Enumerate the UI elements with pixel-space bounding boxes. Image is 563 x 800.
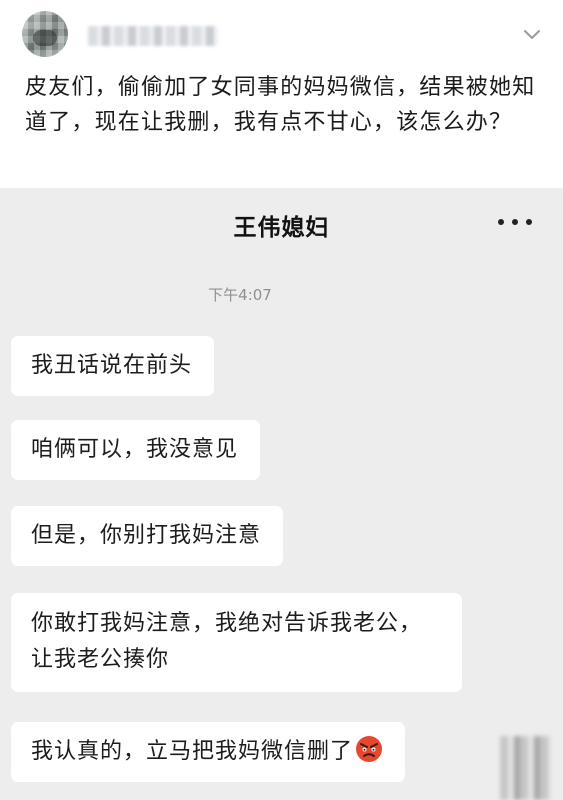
message-bubble[interactable]: 咱俩可以，我没意见 [11,420,261,480]
more-options-icon[interactable] [498,214,532,230]
message-text: 但是，你别打我妈注意 [31,523,262,548]
message-bubble[interactable]: 你敢打我妈注意，我绝对告诉我老公，让我老公揍你 [11,593,462,692]
chat-title: 王伟媳妇 [233,215,330,241]
chat-screenshot: 王伟媳妇 下午4:07 我丑话说在前头 咱俩可以，我没意见 但是，你别打我妈注意… [0,188,563,800]
blurred-image [500,736,552,800]
message-text: 我丑话说在前头 [31,353,193,378]
message-text: 你敢打我妈注意，我绝对告诉我老公，让我老公揍你 [31,611,423,672]
message-timestamp: 下午4:07 [208,286,272,304]
chevron-down-icon[interactable] [520,22,544,46]
message-bubble[interactable]: 我认真的，立马把我妈微信删了 [11,722,406,782]
avatar[interactable] [22,11,68,57]
message-text: 我认真的，立马把我妈微信删了 [31,739,354,764]
message-bubble[interactable]: 但是，你别打我妈注意 [11,506,284,566]
message-text: 咱俩可以，我没意见 [31,437,239,462]
angry-face-icon [356,736,383,762]
post-header: 皮友们，偷偷加了女同事的妈妈微信，结果被她知道了，现在让我删，我有点不甘心，该怎… [0,0,563,188]
username-blurred[interactable] [88,26,218,46]
post-text: 皮友们，偷偷加了女同事的妈妈微信，结果被她知道了，现在让我删，我有点不甘心，该怎… [25,75,536,135]
message-bubble[interactable]: 我丑话说在前头 [11,336,215,396]
